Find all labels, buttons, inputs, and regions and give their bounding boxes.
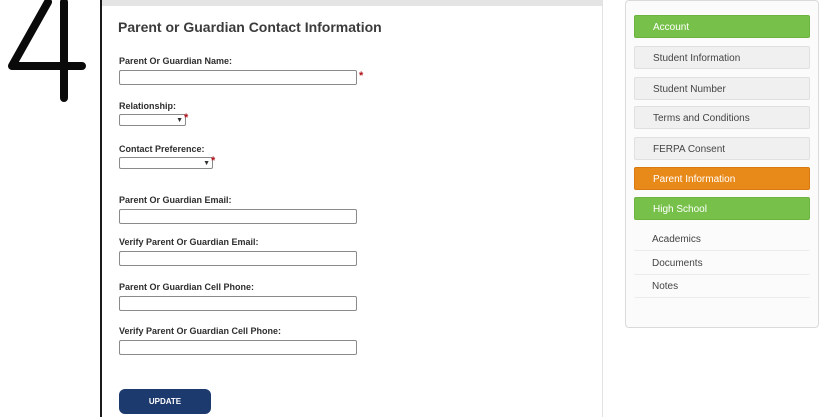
contact-preference-label: Contact Preference: [119,144,205,154]
chevron-down-icon: ▼ [203,160,210,167]
sidebar-item-high-school[interactable]: High School [634,197,810,220]
verify-email-label: Verify Parent Or Guardian Email: [119,237,259,247]
contact-preference-select[interactable]: ▼ [119,157,213,169]
verify-cell-phone-label: Verify Parent Or Guardian Cell Phone: [119,326,282,336]
cell-phone-label: Parent Or Guardian Cell Phone: [119,282,255,292]
required-marker: * [211,155,216,167]
guardian-email-label: Parent Or Guardian Email: [119,195,232,205]
verify-cell-phone-input[interactable] [119,340,357,355]
guardian-name-input[interactable] [119,70,357,85]
sidebar-item-notes[interactable]: Notes [634,275,810,298]
guardian-form-panel: Parent or Guardian Contact Information P… [102,0,603,417]
relationship-label: Relationship: [119,101,177,111]
guardian-name-label: Parent Or Guardian Name: [119,56,233,66]
chevron-down-icon: ▼ [176,117,183,124]
sidebar-item-student-number[interactable]: Student Number [634,77,810,100]
guardian-email-input[interactable] [119,209,357,224]
form-title: Parent or Guardian Contact Information [118,19,382,35]
sidebar-item-ferpa-consent[interactable]: FERPA Consent [634,137,810,160]
panel-top-bar [102,0,602,6]
sidebar-item-documents[interactable]: Documents [634,252,810,275]
update-button[interactable]: UPDATE [119,389,211,414]
handwritten-step-number [8,0,86,102]
sidebar-item-academics[interactable]: Academics [634,228,810,251]
sidebar-item-student-information[interactable]: Student Information [634,46,810,69]
required-marker: * [359,70,364,82]
required-marker: * [184,112,189,124]
sidebar-item-terms-and-conditions[interactable]: Terms and Conditions [634,106,810,129]
cell-phone-input[interactable] [119,296,357,311]
sidebar-item-parent-information[interactable]: Parent Information [634,167,810,190]
verify-email-input[interactable] [119,251,357,266]
relationship-select[interactable]: ▼ [119,114,186,126]
sidebar-item-account[interactable]: Account [634,15,810,38]
progress-sidebar: Account Student Information Student Numb… [625,0,819,328]
